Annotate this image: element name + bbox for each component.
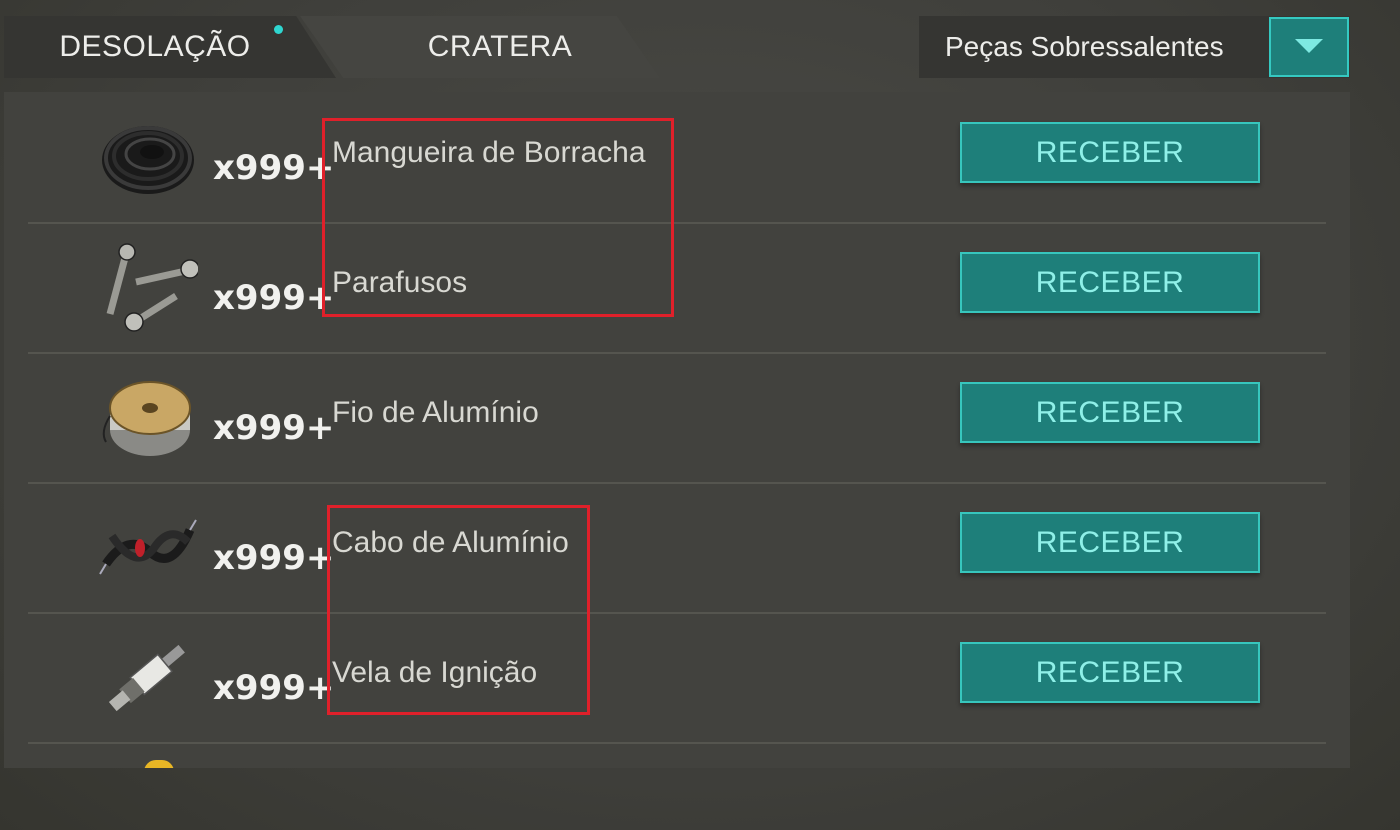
spark-plug-icon <box>108 644 185 712</box>
list-item: x999+ Vela de Ignição RECEBER <box>28 612 1326 744</box>
tab-desolacao[interactable]: DESOLAÇÃO <box>4 16 336 78</box>
item-quantity: x999+ <box>213 278 335 318</box>
dropdown-toggle-button[interactable] <box>1269 17 1349 77</box>
wire-spool-icon <box>102 381 191 456</box>
dropdown-selected-value: Peças Sobressalentes <box>945 31 1224 62</box>
tab-label: CRATERA <box>427 30 573 63</box>
list-item: x999+ Cabo de Alumínio RECEBER <box>28 482 1326 614</box>
receive-button[interactable]: RECEBER <box>960 512 1260 573</box>
tab-cratera[interactable]: CRATERA <box>300 16 660 78</box>
receive-button[interactable]: RECEBER <box>960 382 1260 443</box>
item-quantity: x999+ <box>213 538 335 578</box>
receive-button[interactable]: RECEBER <box>960 122 1260 183</box>
tab-label: DESOLAÇÃO <box>59 30 251 63</box>
items-panel[interactable]: x999+ Mangueira de Borracha RECEBER x999… <box>4 92 1350 768</box>
list-item: x999+ Mangueira de Borracha RECEBER <box>28 92 1326 224</box>
rubber-hose-icon <box>102 126 194 194</box>
list-item: x999+ Parafusos RECEBER <box>28 222 1326 354</box>
screws-icon <box>106 243 198 332</box>
receive-button[interactable]: RECEBER <box>960 642 1260 703</box>
category-dropdown[interactable]: Peças Sobressalentes <box>919 16 1350 78</box>
notification-dot <box>274 25 283 34</box>
item-name: Fio de Alumínio <box>332 396 539 429</box>
partial-item-icon <box>144 760 174 768</box>
chevron-down-icon <box>1295 39 1323 53</box>
list-item: x999+ Fio de Alumínio RECEBER <box>28 352 1326 484</box>
highlight-box <box>322 118 674 317</box>
highlight-box <box>327 505 590 715</box>
item-quantity: x999+ <box>213 148 335 188</box>
item-quantity: x999+ <box>213 408 335 448</box>
cable-icon <box>99 519 197 575</box>
item-quantity: x999+ <box>213 668 335 708</box>
receive-button[interactable]: RECEBER <box>960 252 1260 313</box>
